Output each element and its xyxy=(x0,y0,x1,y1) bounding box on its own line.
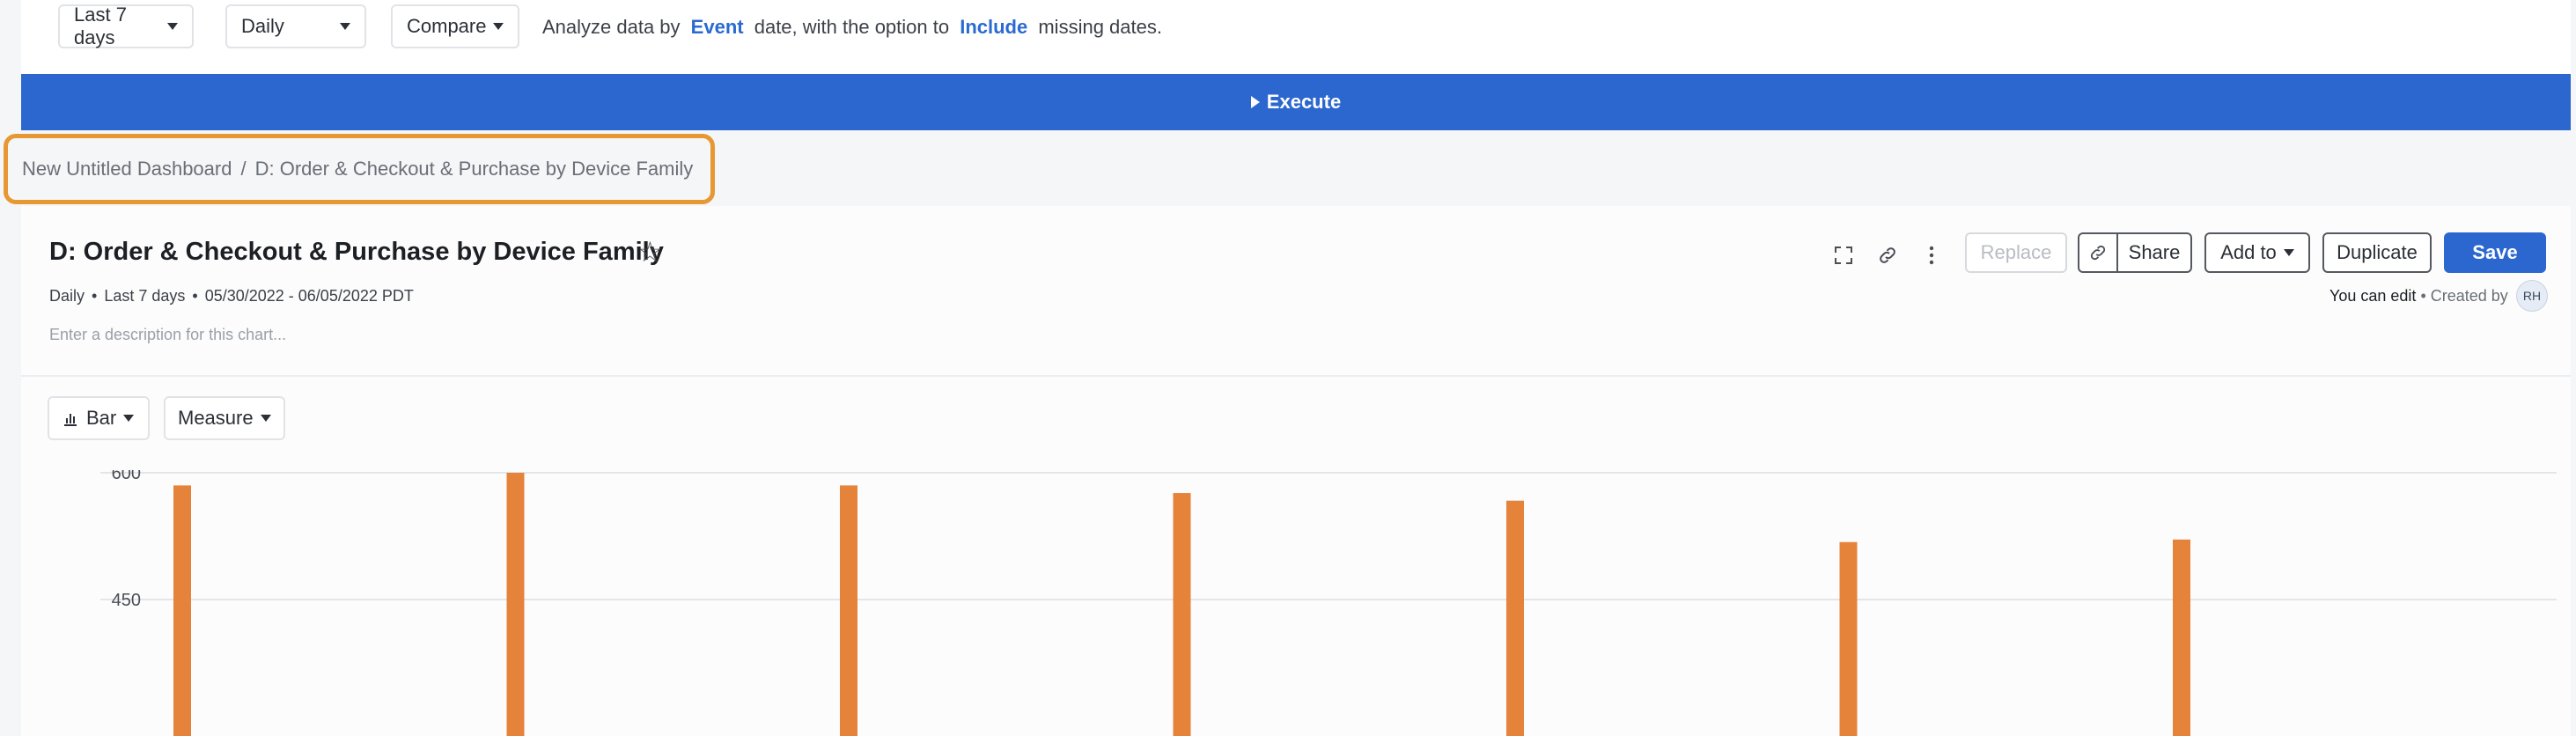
execute-button[interactable]: Execute xyxy=(21,74,2571,130)
analyze-middle: date, with the option to xyxy=(754,16,950,38)
share-label: Share xyxy=(2128,241,2181,263)
analyze-prefix: Analyze data by xyxy=(542,16,681,38)
measure-label: Measure xyxy=(178,407,254,429)
duplicate-label: Duplicate xyxy=(2337,241,2418,263)
avatar[interactable]: RH xyxy=(2516,280,2548,312)
divider xyxy=(21,375,2571,377)
chart-bar[interactable] xyxy=(1839,541,1858,736)
breadcrumb-separator: / xyxy=(240,158,247,180)
event-date-link[interactable]: Event xyxy=(691,16,744,38)
chart-meta: Daily • Last 7 days • 05/30/2022 - 06/05/202… xyxy=(49,287,414,305)
fullscreen-icon[interactable] xyxy=(1828,239,1859,271)
chart-type-dropdown[interactable]: Bar xyxy=(48,396,150,440)
interval-label: Daily xyxy=(241,15,284,37)
add-to-label: Add to xyxy=(2220,241,2277,263)
replace-button[interactable]: Replace xyxy=(1965,232,2067,273)
chart-bar[interactable] xyxy=(506,473,525,736)
chart-bar[interactable] xyxy=(1173,493,1191,736)
duplicate-button[interactable]: Duplicate xyxy=(2322,232,2432,273)
save-label: Save xyxy=(2472,241,2518,263)
chart-title: D: Order & Checkout & Purchase by Device… xyxy=(49,238,664,266)
analyze-suffix: missing dates. xyxy=(1038,16,1162,38)
query-toolbar: Last 7 days Daily Compare Analyze data b… xyxy=(21,0,2571,74)
more-options-icon[interactable] xyxy=(1916,239,1947,271)
breadcrumb-dashboard-link[interactable]: New Untitled Dashboard xyxy=(22,158,232,180)
permission-info: You can edit • Created by xyxy=(2329,287,2508,305)
chevron-down-icon xyxy=(260,415,271,422)
created-by-label: • Created by xyxy=(2420,287,2508,305)
interval-dropdown[interactable]: Daily xyxy=(225,4,366,48)
link-icon xyxy=(2079,234,2118,271)
compare-label: Compare xyxy=(407,15,487,37)
replace-label: Replace xyxy=(1980,241,2052,263)
chevron-down-icon xyxy=(123,415,135,422)
chart-bar[interactable] xyxy=(173,485,191,736)
measure-dropdown[interactable]: Measure xyxy=(164,396,285,440)
date-range-label: Last 7 days xyxy=(74,4,127,48)
breadcrumb: New Untitled Dashboard / D: Order & Chec… xyxy=(4,134,715,204)
description-input[interactable]: Enter a description for this chart... xyxy=(49,326,286,344)
edit-status: You can edit xyxy=(2329,287,2417,305)
chart-bar[interactable] xyxy=(840,485,857,736)
chart-bar[interactable] xyxy=(1506,500,1524,736)
compare-dropdown[interactable]: Compare xyxy=(391,4,519,48)
play-icon xyxy=(1250,96,1260,108)
y-tick-label: 600 xyxy=(112,470,141,483)
save-button[interactable]: Save xyxy=(2444,232,2546,273)
chart-type-label: Bar xyxy=(86,407,117,429)
add-to-button[interactable]: Add to xyxy=(2204,232,2310,273)
chart-bar[interactable] xyxy=(2173,539,2190,736)
bar-chart-icon xyxy=(64,414,77,426)
link-icon[interactable] xyxy=(1872,239,1903,271)
chevron-down-icon xyxy=(493,23,504,30)
bar-chart: 600 450 xyxy=(100,470,2557,736)
star-icon[interactable]: ☆ xyxy=(637,238,663,266)
chevron-down-icon xyxy=(340,23,350,30)
execute-label: Execute xyxy=(1266,91,1342,113)
meta-interval: Daily xyxy=(49,287,85,305)
chart-card: D: Order & Checkout & Purchase by Device… xyxy=(21,206,2571,736)
meta-dates: 05/30/2022 - 06/05/2022 PDT xyxy=(204,287,414,305)
include-missing-link[interactable]: Include xyxy=(960,16,1027,38)
breadcrumb-current: D: Order & Checkout & Purchase by Device… xyxy=(254,158,694,180)
y-tick-label: 450 xyxy=(112,591,141,610)
share-button[interactable]: Share xyxy=(2078,232,2192,273)
analyze-options: Analyze data by Event date, with the opt… xyxy=(542,16,1162,39)
chevron-down-icon xyxy=(2283,249,2294,256)
date-range-dropdown[interactable]: Last 7 days xyxy=(58,4,194,48)
chevron-down-icon xyxy=(167,23,178,30)
meta-range: Last 7 days xyxy=(104,287,186,305)
